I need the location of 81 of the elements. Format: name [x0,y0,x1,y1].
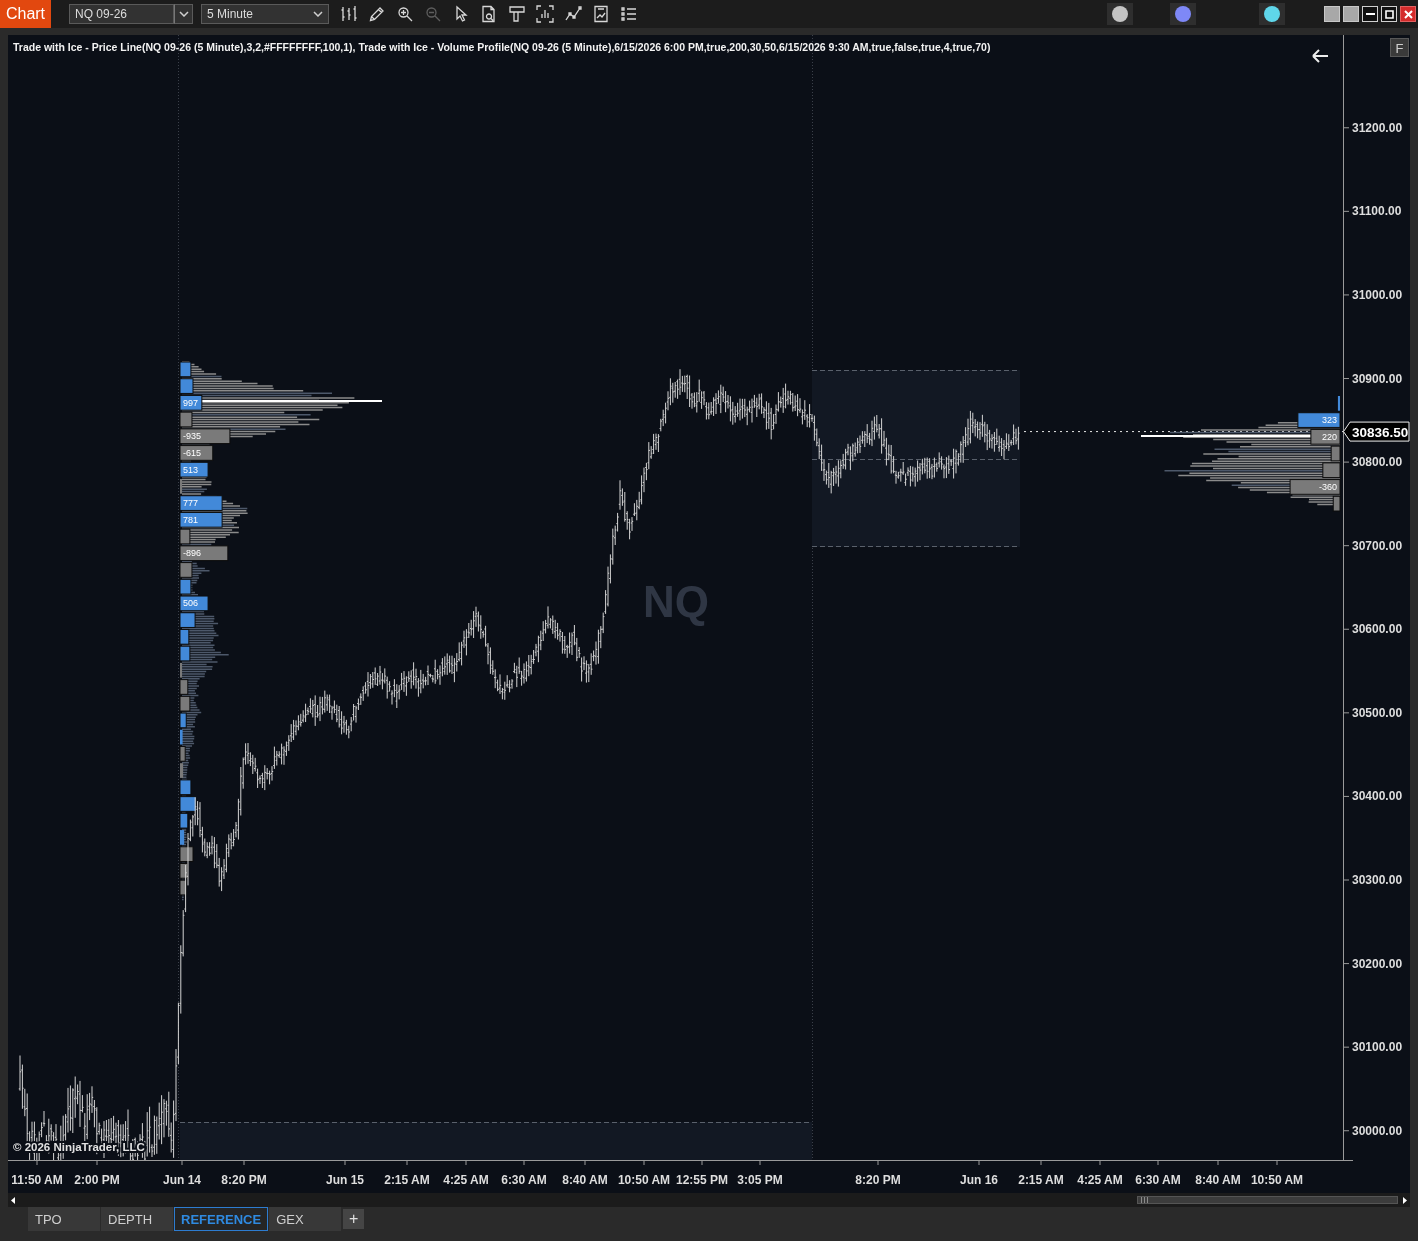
document-chart-icon[interactable] [592,5,610,23]
time-label: 8:40 AM [1195,1173,1241,1187]
price-label: 30600.00 [1352,622,1403,637]
chart-tab[interactable]: DEPTH [101,1207,173,1231]
caret-icon [178,11,189,17]
chart-tab[interactable]: REFERENCE [174,1207,269,1231]
document-search-icon[interactable] [480,5,498,23]
time-label: 12:55 PM [676,1173,728,1187]
time-label: 8:40 AM [562,1173,608,1187]
delta-value: 777 [183,498,199,509]
delta-value: -360 [1319,481,1337,492]
delta-value: -935 [183,431,201,442]
caret-icon [313,11,323,17]
price-label: 30200.00 [1352,956,1403,971]
time-label: 4:25 AM [443,1173,489,1187]
grip-icon [1141,1197,1148,1203]
maximize-button[interactable] [1381,6,1397,22]
maximize-icon [1384,9,1394,19]
indicator-label: Trade with Ice - Price Line(NQ 09-26 (5 Minute),3,2,#FFFFFFFF,100,1), Trade with Ice - Volume Profile(NQ 09-26 (5 Minute),6/15/2026 6:00 PM,true,200,30,50,6/15/2026 9:30 AM,true,false,true,4,true,70) [13,41,991,53]
time-label: 2:15 AM [384,1173,430,1187]
instrument-field[interactable]: NQ 09-26 [69,4,174,24]
time-label: 10:50 AM [617,1173,671,1187]
left-arrow-icon[interactable] [1312,49,1329,63]
delta-value: 506 [183,598,199,609]
time-label: 6:30 AM [501,1173,547,1187]
dropdown-button[interactable] [174,4,193,24]
time-label: Jun 14 [163,1173,201,1187]
caret-left-icon [11,1196,15,1204]
time-label: 8:20 PM [221,1173,267,1187]
chart-frame-icon[interactable] [536,5,554,23]
close-icon [1403,9,1413,19]
close-button[interactable] [1400,6,1416,22]
price-label: 30700.00 [1352,538,1403,553]
price-label: 30500.00 [1352,705,1403,720]
caret-right-icon [1403,1196,1407,1204]
price-label: 31200.00 [1352,120,1403,135]
price-label: 30300.00 [1352,873,1403,887]
price-label: 30100.00 [1352,1040,1403,1055]
chart-menu-button[interactable]: Chart [0,0,51,28]
time-label: 2:00 PM [74,1173,120,1187]
scrollbar[interactable] [8,1193,1410,1207]
link-button[interactable] [1259,3,1285,25]
corner-button[interactable]: F [1390,38,1409,57]
chart-tab[interactable]: GEX [269,1207,342,1231]
delta-value: 997 [183,397,199,408]
price-label: 31100.00 [1352,204,1402,219]
minimize-icon [1365,13,1375,15]
price-label: 30800.00 [1352,455,1403,470]
time-label: 11:50 AM [11,1173,63,1187]
bars-icon[interactable] [340,5,358,23]
line-nodes-icon[interactable] [564,5,582,23]
delta-value: 220 [1321,431,1337,442]
t-shape-icon[interactable] [508,5,526,23]
price-label: 30000.00 [1352,1123,1403,1138]
zoom-in-icon[interactable] [396,5,414,23]
time-label: 3:05 PM [737,1173,783,1187]
link-button[interactable] [1107,3,1133,25]
time-label: 2:15 AM [1018,1173,1064,1187]
price-label: 31000.00 [1352,287,1403,302]
price-marker: 30836.50 [1343,421,1410,442]
delta-value: 323 [1321,415,1337,426]
link-button[interactable] [1170,3,1196,25]
time-label: Jun 15 [326,1173,364,1187]
time-label: 8:20 PM [855,1173,901,1187]
minimize-button[interactable] [1362,6,1378,22]
delta-value: 513 [183,464,199,475]
pencil-icon[interactable] [368,5,386,23]
time-label: 6:30 AM [1135,1173,1181,1187]
time-label: Jun 16 [960,1173,998,1187]
time-label: 10:50 AM [1250,1173,1304,1187]
delta-value: -615 [183,447,201,458]
time-label: 4:25 AM [1077,1173,1123,1187]
delta-value: -896 [183,548,201,559]
add-tab-button[interactable]: + [343,1209,365,1229]
price-label: 30900.00 [1352,371,1403,386]
list-icon[interactable] [620,5,638,23]
delta-value: 781 [183,514,199,525]
chart-tab[interactable]: TPO [28,1207,100,1231]
scrollbar-thumb[interactable] [1137,1196,1398,1204]
price-label: 30400.00 [1352,789,1403,804]
interval-dropdown[interactable]: 5 Minute [201,4,329,24]
